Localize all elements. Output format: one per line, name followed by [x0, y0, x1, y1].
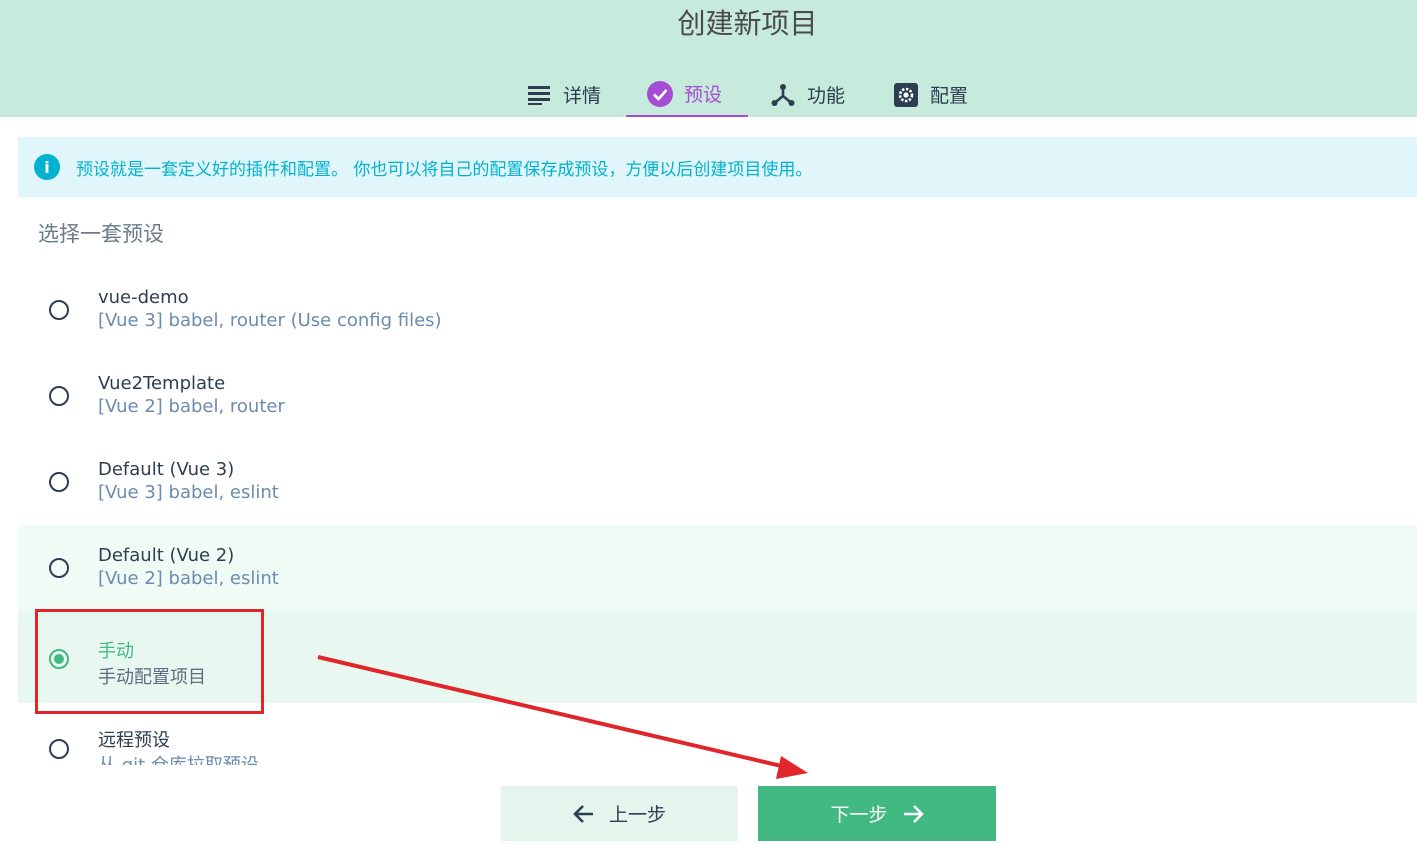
arrow-left-icon — [573, 803, 595, 825]
prev-button-label: 上一步 — [608, 804, 666, 826]
arrow-right-icon — [902, 803, 924, 825]
next-button-label: 下一步 — [830, 804, 888, 826]
annotation-arrow — [317, 655, 808, 779]
next-button[interactable]: 下一步 — [758, 786, 996, 841]
prev-button[interactable]: 上一步 — [501, 786, 738, 841]
